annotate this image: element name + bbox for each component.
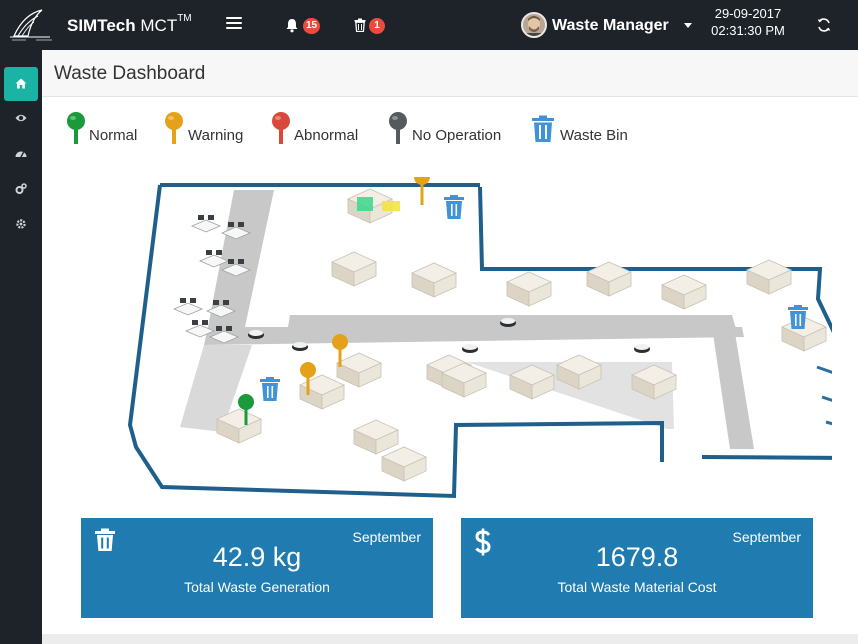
map-pin-icon (67, 112, 85, 144)
legend-item-normal: Normal (66, 111, 137, 145)
notifications-button[interactable]: 15 (285, 15, 325, 35)
datetime-display: 29-09-2017 02:31:30 PM (698, 5, 798, 39)
total-waste-card: September 42.9 kg Total Waste Generation (81, 518, 433, 618)
simtech-logo-icon (10, 9, 52, 41)
hamburger-menu-icon[interactable] (226, 17, 242, 31)
brand-title[interactable]: SIMTech MCTTM (67, 13, 192, 36)
legend-item-abnormal: Abnormal (271, 111, 358, 145)
trash-icon (354, 18, 366, 32)
legend-item-no-operation: No Operation (388, 111, 501, 145)
current-time: 02:31:30 PM (711, 23, 785, 38)
total-cost-value: 1679.8 (595, 542, 679, 572)
map-pin-icon (165, 112, 183, 144)
user-name: Waste Manager (552, 17, 669, 34)
legend-item-warning: Warning (164, 111, 243, 145)
sidebar (0, 50, 42, 644)
total-cost-caption: Total Waste Material Cost (557, 579, 717, 595)
dashboard-gauge-icon (15, 151, 27, 158)
footer (42, 634, 858, 644)
avatar (521, 12, 547, 38)
chevron-down-icon (684, 23, 692, 28)
map-pin-icon (389, 112, 407, 144)
waste-alerts-button[interactable]: 1 (354, 15, 388, 35)
sidebar-item-configuration[interactable] (4, 172, 38, 206)
sidebar-item-home[interactable] (4, 67, 38, 101)
cogs-icon (15, 183, 27, 194)
bell-icon (286, 19, 298, 33)
factory-floor-map (127, 177, 832, 499)
total-waste-value: 42.9 kg (212, 542, 302, 572)
page-header: Waste Dashboard (42, 50, 858, 97)
sidebar-item-dashboard[interactable] (4, 137, 38, 171)
refresh-icon[interactable] (816, 17, 832, 33)
sidebar-item-monitor[interactable] (4, 102, 38, 136)
gear-icon (16, 219, 26, 229)
home-icon (15, 78, 27, 89)
eye-icon (15, 114, 27, 122)
main-content: Normal Warning Abnormal No Operation Was… (42, 97, 858, 634)
legend-label-warning: Warning (188, 127, 244, 144)
trash-icon (532, 115, 554, 142)
notifications-badge: 15 (303, 18, 321, 34)
total-waste-caption: Total Waste Generation (184, 579, 330, 595)
top-navbar: SIMTech MCTTM 15 1 Waste Manager 29-09-2… (0, 0, 858, 50)
legend-label-waste-bin: Waste Bin (560, 127, 628, 144)
current-date: 29-09-2017 (714, 6, 782, 21)
legend-label-normal: Normal (89, 127, 138, 144)
legend-label-abnormal: Abnormal (294, 127, 359, 144)
map-pin-icon (272, 112, 290, 144)
legend-label-no-operation: No Operation (412, 127, 502, 144)
waste-alerts-badge: 1 (369, 18, 385, 34)
total-cost-card: September 1679.8 Total Waste Material Co… (461, 518, 813, 618)
sidebar-item-settings[interactable] (4, 207, 38, 241)
user-avatar-icon (523, 14, 545, 36)
page-title: Waste Dashboard (54, 63, 206, 84)
